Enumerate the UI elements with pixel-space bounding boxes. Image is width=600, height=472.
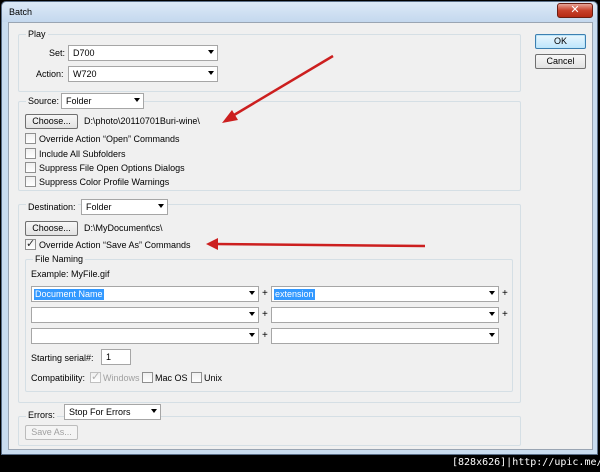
destination-choose-button[interactable]: Choose...	[25, 221, 78, 236]
plus-sign: +	[262, 309, 268, 320]
file-naming-example: Example: MyFile.gif	[31, 269, 110, 279]
action-label: Action:	[36, 69, 64, 79]
source-path: D:\photo\20110701Buri-wine\	[84, 116, 200, 126]
suppress-profile-warnings-label: Suppress Color Profile Warnings	[39, 177, 170, 187]
naming-field-1-value: Document Name	[34, 289, 104, 300]
override-save-as-label: Override Action “Save As” Commands	[39, 240, 191, 250]
chevron-down-icon	[249, 333, 255, 337]
play-group	[18, 34, 521, 92]
close-icon: ✕	[570, 4, 580, 16]
chevron-down-icon	[489, 291, 495, 295]
serial-label: Starting serial#:	[31, 353, 94, 363]
compatibility-label: Compatibility:	[31, 373, 86, 383]
chevron-down-icon	[151, 409, 157, 413]
destination-value: Folder	[86, 202, 112, 212]
naming-field-2-value: extension	[274, 289, 315, 300]
include-subfolders-checkbox[interactable]	[25, 148, 36, 159]
title-bar[interactable]: Batch ✕	[2, 2, 597, 22]
dialog-body: Play Set: D700 Action: W720 Source: Fold…	[8, 22, 593, 450]
source-dropdown[interactable]: Folder	[61, 93, 144, 109]
chevron-down-icon	[158, 204, 164, 208]
plus-sign: +	[262, 330, 268, 341]
naming-field-5[interactable]	[31, 328, 259, 344]
compat-macos-checkbox[interactable]	[142, 372, 153, 383]
chevron-down-icon	[249, 291, 255, 295]
naming-field-6[interactable]	[271, 328, 499, 344]
chevron-down-icon	[134, 98, 140, 102]
errors-value: Stop For Errors	[69, 407, 131, 417]
compat-unix-checkbox[interactable]	[191, 372, 202, 383]
errors-group	[18, 416, 521, 446]
override-save-as-checkbox[interactable]	[25, 237, 36, 251]
compat-macos-label: Mac OS	[155, 373, 188, 383]
serial-value: 1	[106, 352, 112, 362]
plus-sign: +	[502, 288, 508, 299]
suppress-open-dialogs-checkbox[interactable]	[25, 162, 36, 173]
action-dropdown[interactable]: W720	[68, 66, 218, 82]
errors-label: Errors:	[26, 409, 57, 421]
chevron-down-icon	[208, 71, 214, 75]
override-open-label: Override Action “Open” Commands	[39, 134, 180, 144]
batch-window: Batch ✕ Play Set: D700 Action: W720 Sour…	[1, 1, 598, 455]
ok-button[interactable]: OK	[535, 34, 586, 49]
naming-field-1[interactable]: Document Name	[31, 286, 259, 302]
destination-dropdown[interactable]: Folder	[81, 199, 168, 215]
naming-field-3[interactable]	[31, 307, 259, 323]
serial-input[interactable]: 1	[101, 349, 131, 365]
play-legend: Play	[26, 29, 48, 39]
cancel-button[interactable]: Cancel	[535, 54, 586, 69]
suppress-profile-warnings-checkbox[interactable]	[25, 176, 36, 187]
include-subfolders-label: Include All Subfolders	[39, 149, 126, 159]
compat-windows-checkbox[interactable]	[90, 370, 101, 384]
close-button[interactable]: ✕	[557, 3, 593, 18]
naming-field-4[interactable]	[271, 307, 499, 323]
compat-unix-label: Unix	[204, 373, 223, 383]
naming-field-2[interactable]: extension	[271, 286, 499, 302]
chevron-down-icon	[249, 312, 255, 316]
image-watermark: [828x626]|http://upic.me/	[452, 457, 600, 468]
override-open-checkbox[interactable]	[25, 133, 36, 144]
window-title: Batch	[9, 7, 33, 17]
source-value: Folder	[66, 96, 92, 106]
file-naming-legend: File Naming	[33, 254, 86, 264]
set-dropdown[interactable]: D700	[68, 45, 218, 61]
plus-sign: +	[262, 288, 268, 299]
chevron-down-icon	[208, 50, 214, 54]
save-as-button[interactable]: Save As...	[25, 425, 78, 440]
plus-sign: +	[502, 309, 508, 320]
source-label: Source:	[26, 95, 62, 107]
chevron-down-icon	[489, 333, 495, 337]
set-value: D700	[73, 48, 95, 58]
chevron-down-icon	[489, 312, 495, 316]
source-choose-button[interactable]: Choose...	[25, 114, 78, 129]
action-value: W720	[73, 69, 97, 79]
compat-windows-label: Windows	[103, 373, 140, 383]
set-label: Set:	[49, 48, 66, 58]
destination-label: Destination:	[26, 201, 78, 213]
destination-path: D:\MyDocument\cs\	[84, 223, 163, 233]
suppress-open-dialogs-label: Suppress File Open Options Dialogs	[39, 163, 185, 173]
errors-dropdown[interactable]: Stop For Errors	[64, 404, 161, 420]
